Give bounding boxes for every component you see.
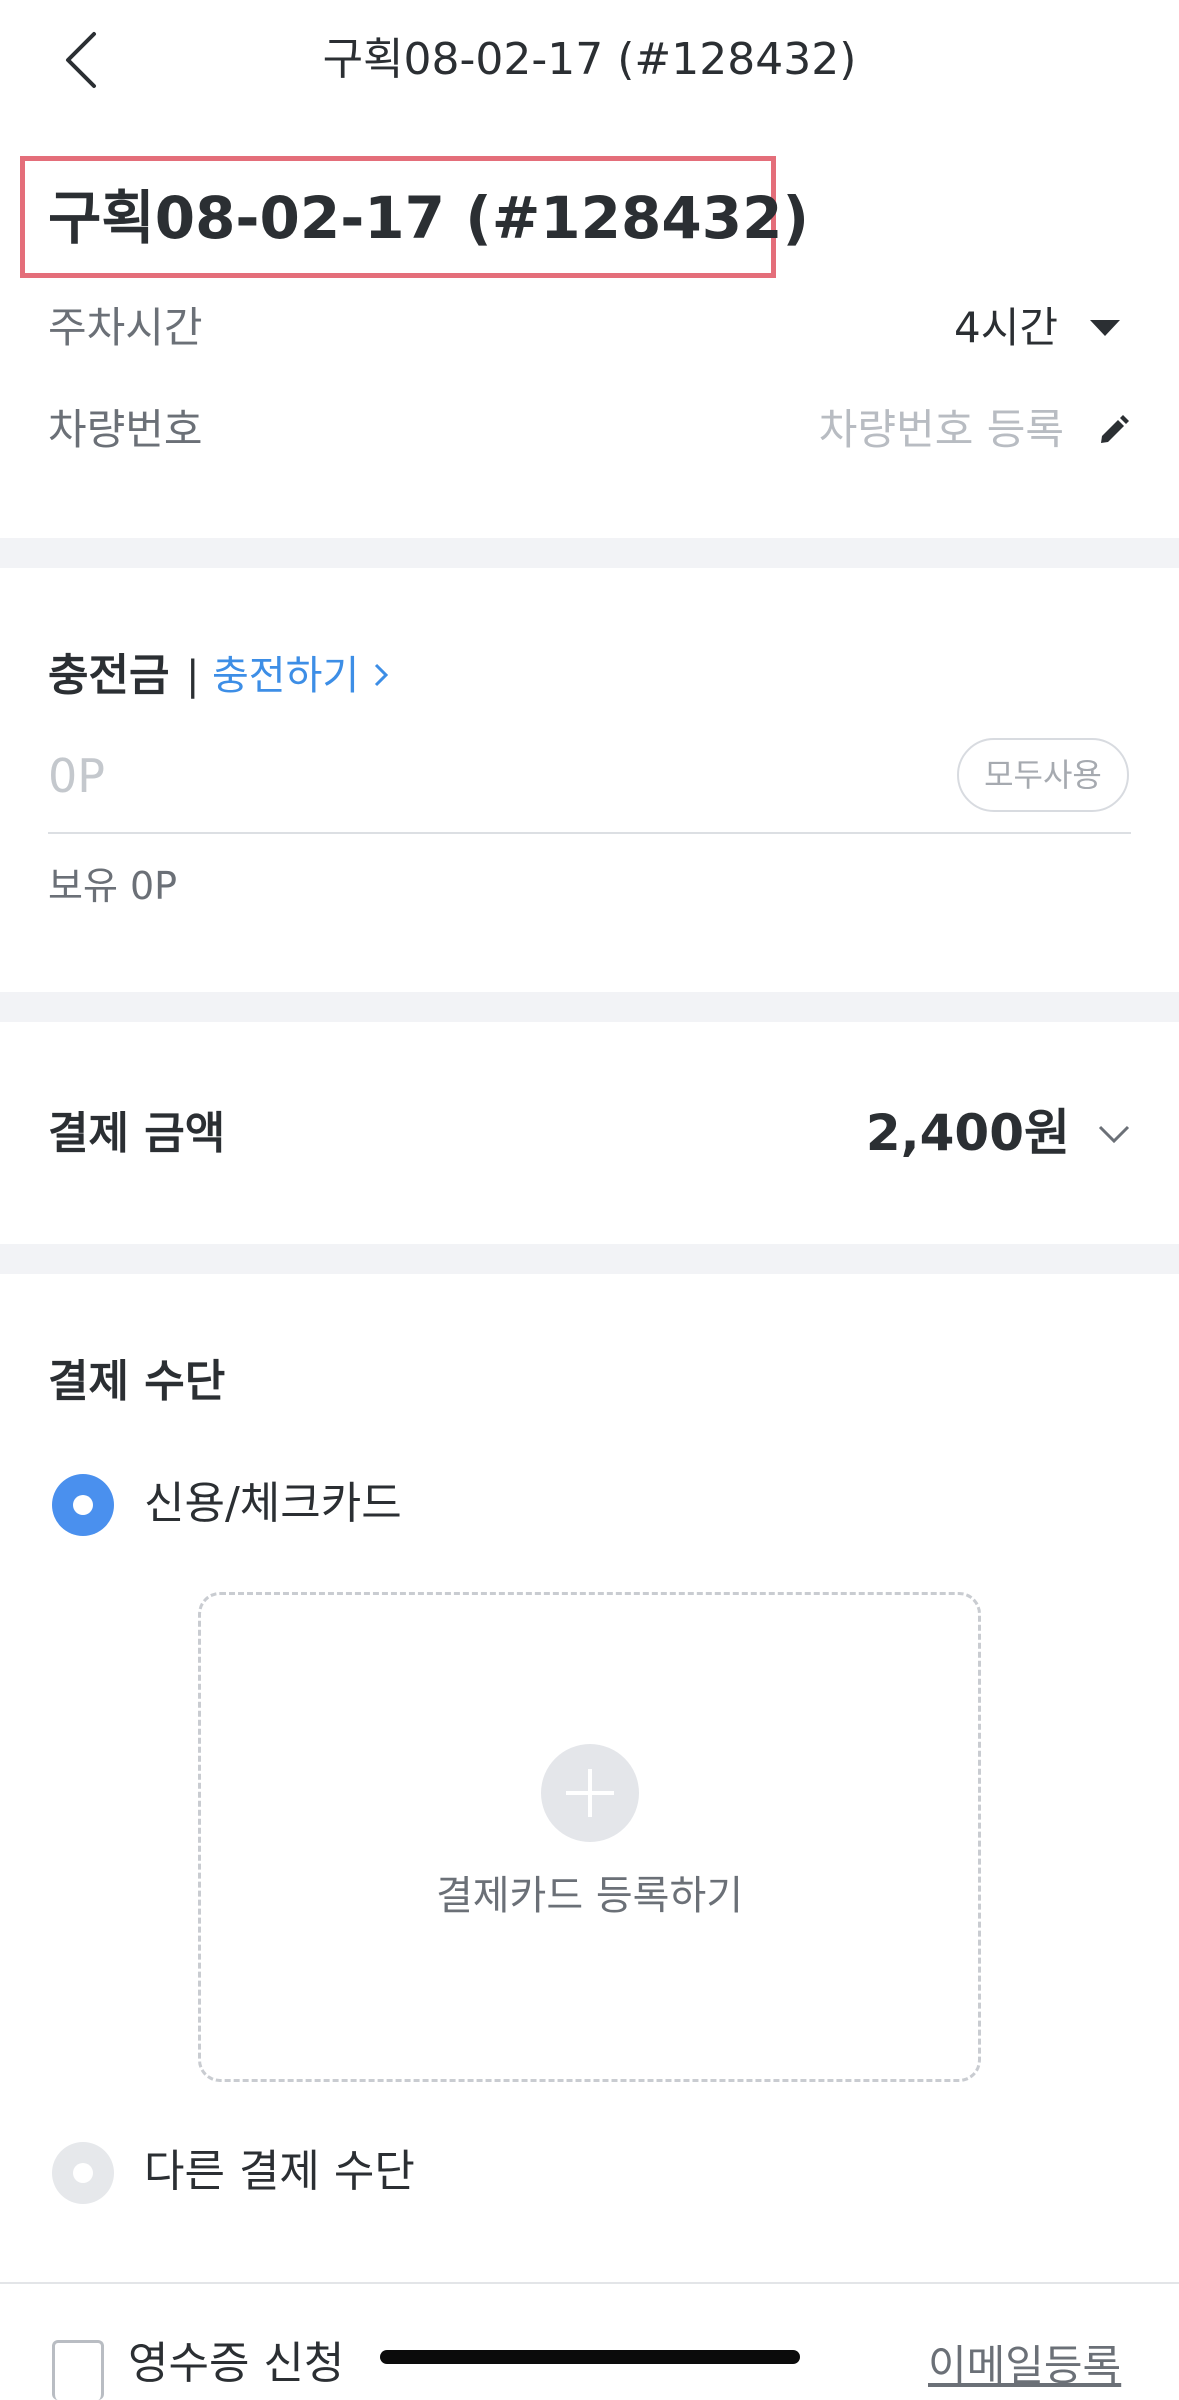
points-title: 충전금 <box>48 650 170 701</box>
receipt-label: 영수증 신청 <box>128 2338 345 2389</box>
payment-amount-toggle[interactable]: 2,400원 <box>840 1098 1130 1168</box>
points-separator: | <box>186 653 200 699</box>
lot-title: 구획08-02-17 (#128432) <box>48 184 809 252</box>
caret-down-icon <box>1090 320 1120 336</box>
register-card-label: 결제카드 등록하기 <box>435 1873 744 1919</box>
parking-time-dropdown[interactable]: 4시간 <box>900 300 1130 356</box>
email-register-link[interactable]: 이메일등록 <box>928 2336 1121 2396</box>
points-input[interactable]: 0P <box>48 744 105 808</box>
points-balance: 보유 0P <box>48 864 178 908</box>
payment-method-title: 결제 수단 <box>48 1356 226 1407</box>
nav-title: 구획08-02-17 (#128432) <box>322 34 857 85</box>
section-divider <box>0 992 1179 1022</box>
payment-amount-label: 결제 금액 <box>48 1108 226 1159</box>
use-all-button[interactable]: 모두사용 <box>957 738 1129 812</box>
payment-option-other-label: 다른 결제 수단 <box>144 2146 415 2197</box>
pencil-icon <box>1101 415 1129 443</box>
section-divider <box>0 538 1179 568</box>
radio-selected-icon <box>52 1474 114 1536</box>
parking-time-value: 4시간 <box>954 303 1059 352</box>
plate-register-button[interactable]: 차량번호 등록 <box>780 402 1130 458</box>
parking-time-label: 주차시간 <box>48 303 203 352</box>
payment-option-card-label: 신용/체크카드 <box>144 1478 402 1529</box>
plate-placeholder: 차량번호 등록 <box>818 405 1064 454</box>
charge-link-label: 충전하기 <box>212 653 360 699</box>
chevron-down-icon <box>1098 1125 1130 1144</box>
navigation-bar: 구획08-02-17 (#128432) <box>0 0 1179 120</box>
receipt-checkbox[interactable] <box>52 2340 104 2400</box>
section-separator-line <box>0 2282 1179 2284</box>
payment-amount-value: 2,400원 <box>865 1104 1070 1162</box>
radio-unselected-icon <box>52 2142 114 2204</box>
home-indicator <box>380 2350 800 2364</box>
points-input-underline <box>48 832 1131 834</box>
chevron-right-icon <box>375 663 389 687</box>
section-divider <box>0 1244 1179 1274</box>
plus-icon <box>541 1744 639 1842</box>
plate-label: 차량번호 <box>48 405 203 454</box>
charge-link[interactable]: 충전하기 <box>212 646 390 706</box>
